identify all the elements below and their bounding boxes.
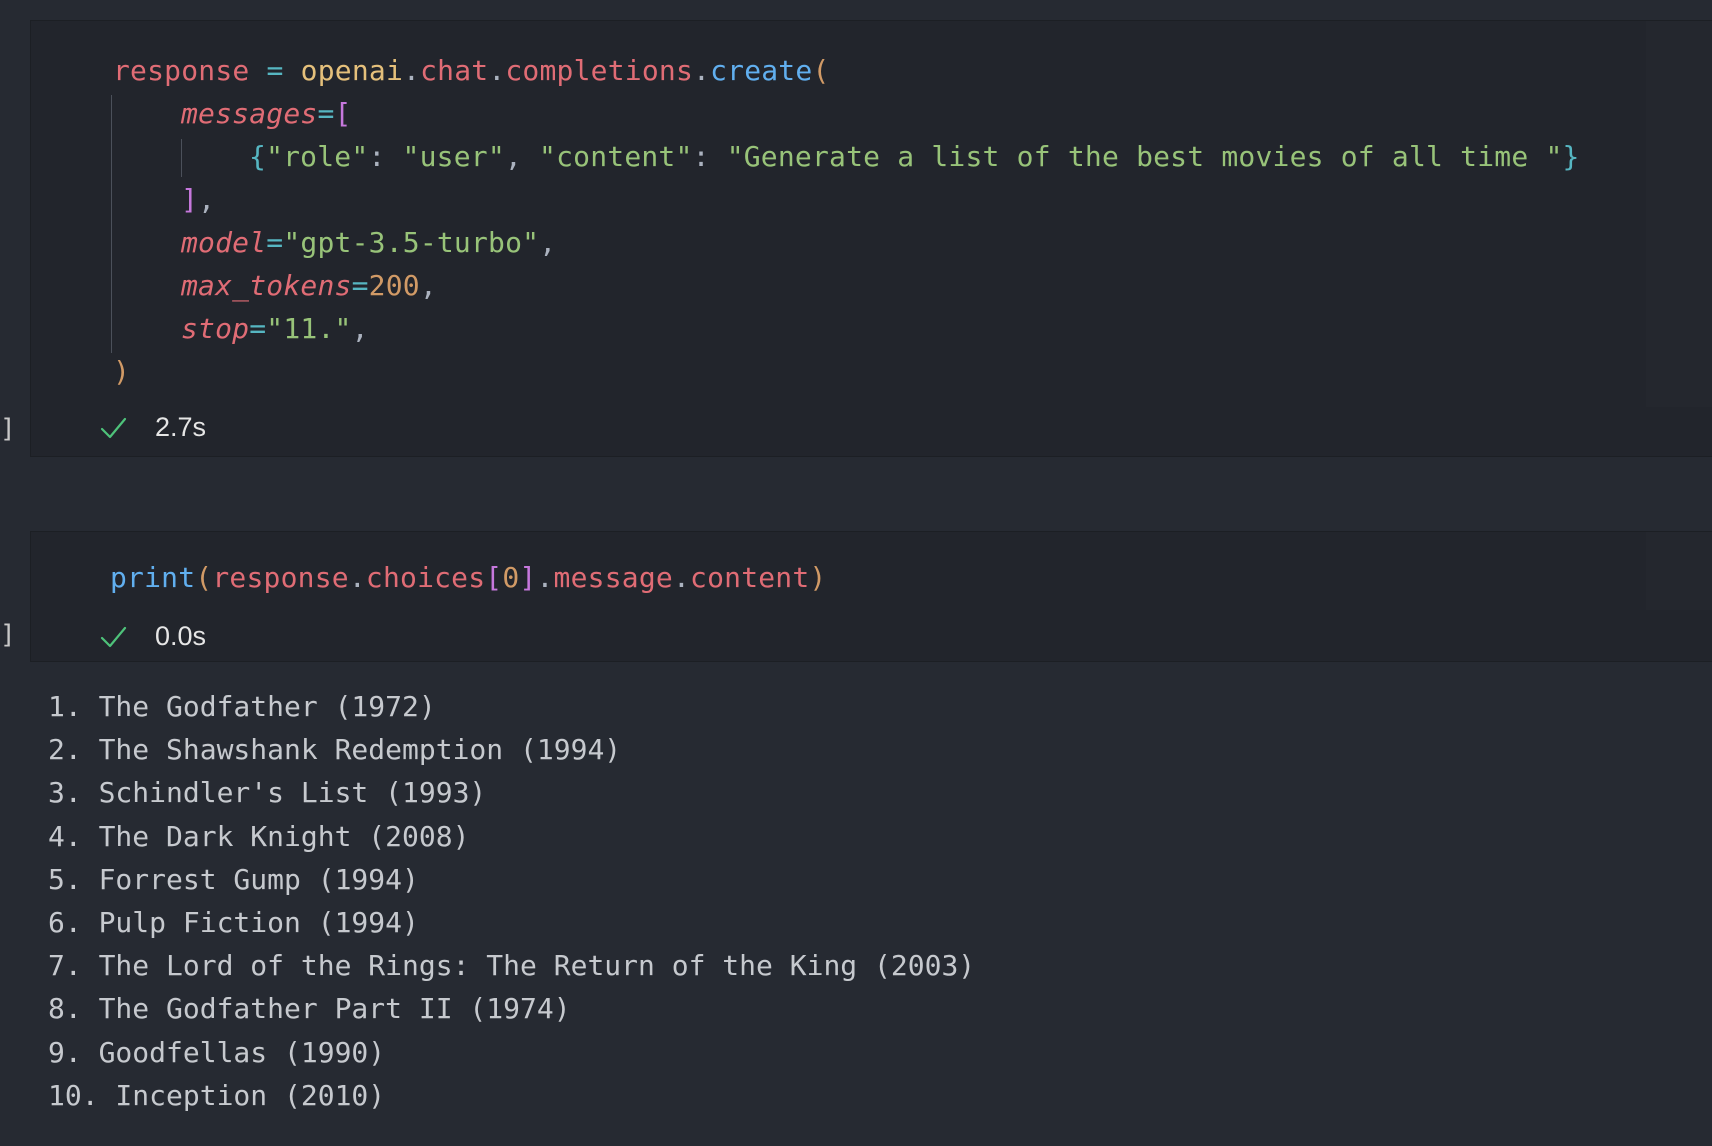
- code-cell-1[interactable]: response = openai.chat.completions.creat…: [30, 20, 1712, 457]
- code-token: response: [212, 561, 349, 594]
- code-token: .: [403, 54, 421, 87]
- output-line: 8. The Godfather Part II (1974): [48, 992, 571, 1026]
- code-token: .: [672, 561, 691, 594]
- output-line: 3. Schindler's List (1993): [48, 776, 487, 810]
- code-token: "11.": [266, 312, 352, 345]
- code-token: =: [266, 54, 284, 87]
- code-token: [: [334, 97, 352, 130]
- code-line[interactable]: ): [113, 352, 130, 392]
- code-line[interactable]: stop="11.",: [181, 309, 369, 349]
- code-token: "user": [402, 140, 505, 173]
- code-token: ,: [419, 269, 437, 302]
- code-token: stop: [181, 312, 250, 345]
- output-line: 4. The Dark Knight (2008): [48, 819, 470, 853]
- code-token: ]: [181, 183, 199, 216]
- output-line: 5. Forrest Gump (1994): [48, 862, 419, 896]
- notebook-page: response = openai.chat.completions.creat…: [0, 0, 1712, 1146]
- code-token: =: [266, 226, 284, 259]
- code-line[interactable]: print(response.choices[0].message.conten…: [110, 558, 826, 598]
- cell-status: 2.7s: [99, 412, 206, 443]
- code-token: choices: [365, 561, 486, 594]
- code-line[interactable]: response = openai.chat.completions.creat…: [113, 51, 830, 91]
- code-token: openai: [300, 54, 404, 87]
- code-token: "Generate a list of the best movies of a…: [726, 140, 1563, 173]
- cell-bracket: ]: [0, 620, 16, 650]
- code-token: response: [113, 54, 250, 87]
- code-line[interactable]: {"role": "user", "content": "Generate a …: [249, 137, 1580, 177]
- check-icon: [100, 417, 127, 438]
- code-token: create: [710, 54, 813, 87]
- indent-guide: [111, 95, 112, 353]
- code-token: completions: [505, 54, 694, 87]
- cell-status: 0.0s: [99, 621, 206, 652]
- code-token: 0: [502, 561, 520, 594]
- code-token: ,: [198, 183, 216, 216]
- code-token: ,: [504, 140, 540, 173]
- code-token: print: [110, 561, 196, 594]
- code-token: max_tokens: [181, 269, 352, 302]
- output-line: 6. Pulp Fiction (1994): [48, 905, 419, 939]
- code-token: .: [488, 54, 506, 87]
- code-token: .: [348, 561, 366, 594]
- indent-guide-inner: [181, 139, 182, 177]
- code-token: ,: [351, 312, 369, 345]
- code-token: ,: [539, 226, 557, 259]
- code-token: }: [1562, 140, 1580, 173]
- code-token: message: [553, 561, 673, 594]
- code-token: .: [693, 54, 711, 87]
- code-token: (: [812, 54, 830, 87]
- cell-bracket: ]: [0, 414, 16, 444]
- code-token: .: [536, 561, 554, 594]
- output-line: 10. Inception (2010): [48, 1078, 386, 1112]
- cell-output: 1. The Godfather (1972) 2. The Shawshank…: [48, 685, 975, 1117]
- execution-time: 2.7s: [155, 412, 207, 442]
- code-token: chat: [420, 54, 489, 87]
- code-token: :: [368, 140, 403, 173]
- code-token: "content": [539, 140, 693, 173]
- code-token: :: [692, 140, 727, 173]
- code-token: messages: [181, 97, 318, 130]
- code-line[interactable]: ],: [181, 180, 215, 220]
- code-token: =: [351, 269, 369, 302]
- code-token: =: [249, 312, 267, 345]
- code-line[interactable]: model="gpt-3.5-turbo",: [181, 223, 556, 263]
- code-token: ]: [519, 561, 537, 594]
- execution-time: 0.0s: [155, 621, 207, 651]
- code-token: [: [485, 561, 503, 594]
- code-line[interactable]: max_tokens=200,: [181, 266, 437, 306]
- output-line: 7. The Lord of the Rings: The Return of …: [48, 949, 976, 983]
- code-token: 200: [368, 269, 420, 302]
- code-token: content: [690, 561, 810, 594]
- code-token: ): [809, 561, 827, 594]
- cell-right-gutter: [1646, 21, 1712, 407]
- code-token: "role": [266, 140, 369, 173]
- code-cell-2[interactable]: print(response.choices[0].message.conten…: [30, 531, 1712, 662]
- output-line: 1. The Godfather (1972): [48, 690, 436, 723]
- check-icon: [100, 626, 127, 647]
- code-token: =: [317, 97, 335, 130]
- code-line[interactable]: messages=[: [181, 94, 352, 134]
- code-token: (: [195, 561, 213, 594]
- code-token: {: [249, 140, 267, 173]
- output-line: 2. The Shawshank Redemption (1994): [48, 733, 622, 767]
- cell-right-gutter: [1646, 532, 1712, 610]
- code-token: "gpt-3.5-turbo": [283, 226, 540, 259]
- output-line: 9. Goodfellas (1990): [48, 1035, 386, 1069]
- code-token: ): [113, 355, 131, 388]
- code-token: model: [181, 226, 267, 259]
